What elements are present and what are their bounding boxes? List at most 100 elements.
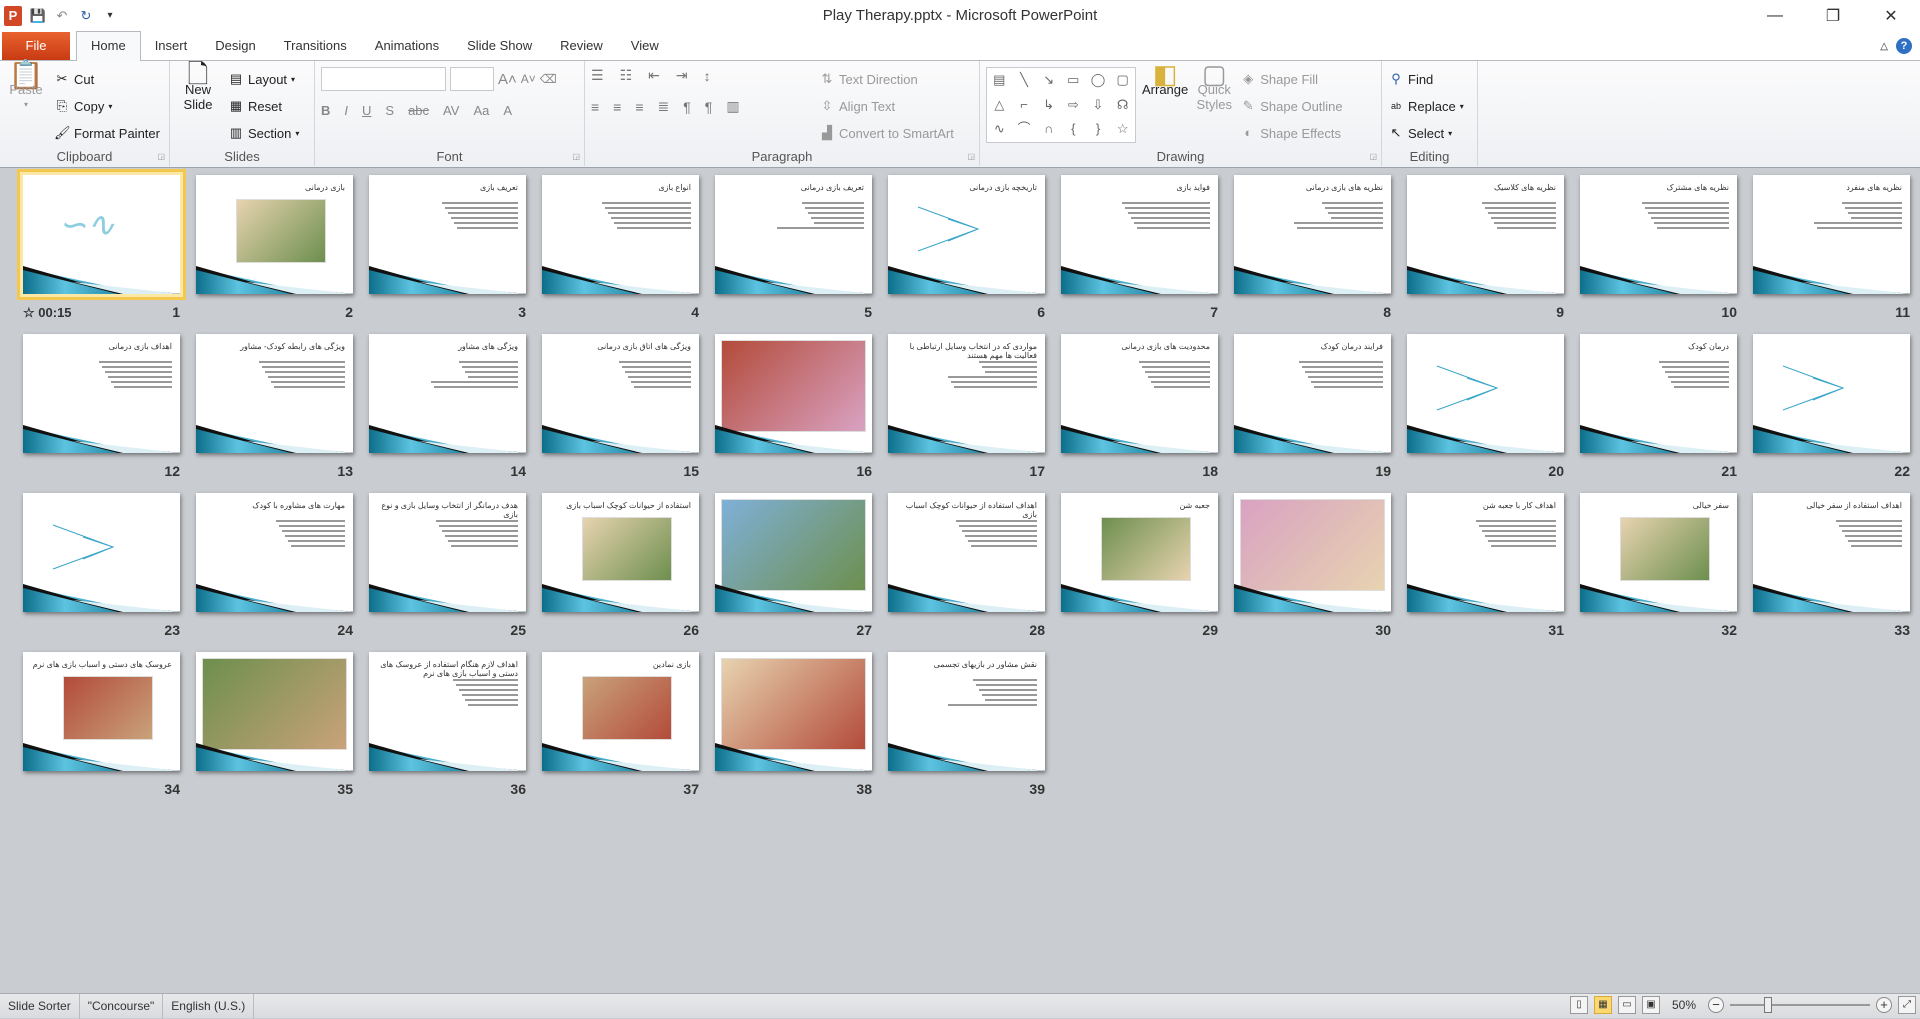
fit-to-window-icon[interactable]: ⤢ [1898, 996, 1916, 1014]
slide-thumbnail[interactable]: انواع بازی [542, 175, 699, 294]
zoom-in-button[interactable]: + [1876, 997, 1892, 1013]
minimize-ribbon-icon[interactable]: △ [1880, 41, 1888, 52]
zoom-out-button[interactable]: − [1708, 997, 1724, 1013]
slide-thumbnail[interactable]: محدودیت های بازی درمانی [1061, 334, 1218, 453]
slide-thumbnail[interactable] [1234, 493, 1391, 612]
slide-thumbnail[interactable]: عروسک های دستی و اسباب بازی های نرم [23, 652, 180, 771]
quick-styles-button[interactable]: ▢ Quick Styles [1194, 61, 1234, 112]
bullets-icon[interactable]: ☰ [591, 67, 604, 84]
slide-thumbnail[interactable] [1753, 334, 1910, 453]
change-case-icon[interactable]: Aa [473, 103, 489, 118]
minimize-button[interactable]: — [1746, 0, 1804, 31]
decrease-indent-icon[interactable]: ⇤ [648, 67, 660, 84]
dialog-launcher-icon[interactable]: ◲ [1369, 152, 1377, 161]
slide-thumbnail[interactable]: فواید بازی [1061, 175, 1218, 294]
ltr-icon[interactable]: ¶ [683, 99, 691, 115]
customize-toolbar-icon[interactable]: ▾ [102, 8, 118, 24]
slide-thumbnail[interactable] [23, 493, 180, 612]
slide-thumbnail[interactable]: مهارت های مشاوره با کودک [196, 493, 353, 612]
tab-insert[interactable]: Insert [141, 32, 202, 60]
slide-thumbnail[interactable]: جعبه شن [1061, 493, 1218, 612]
slide-thumbnail[interactable]: درمان کودک [1580, 334, 1737, 453]
tab-slide-show[interactable]: Slide Show [453, 32, 546, 60]
tab-view[interactable]: View [617, 32, 673, 60]
slide-thumbnail[interactable]: سفر خیالی [1580, 493, 1737, 612]
tab-file[interactable]: File [2, 32, 70, 60]
dialog-launcher-icon[interactable]: ◲ [157, 152, 165, 161]
reading-view-icon[interactable]: ▭ [1617, 996, 1636, 1014]
replace-button[interactable]: ab Replace ▾ [1388, 94, 1471, 118]
convert-smartart-button[interactable]: ▟ Convert to SmartArt [819, 121, 954, 145]
numbering-icon[interactable]: ☷ [620, 67, 633, 84]
zoom-level[interactable]: 50% [1672, 998, 1696, 1012]
find-button[interactable]: ⚲ Find [1388, 67, 1471, 91]
slide-thumbnail[interactable]: فرایند درمان کودک [1234, 334, 1391, 453]
cut-button[interactable]: ✂ Cut [54, 67, 160, 91]
slide-thumbnail[interactable] [715, 493, 872, 612]
normal-view-icon[interactable]: ▯ [1569, 996, 1588, 1014]
text-direction-button[interactable]: ⇅ Text Direction [819, 67, 954, 91]
slide-thumbnail[interactable] [715, 334, 872, 453]
font-name-dropdown[interactable] [321, 67, 446, 91]
font-size-dropdown[interactable] [450, 67, 494, 91]
slide-thumbnail[interactable]: نظریه های کلاسیک [1407, 175, 1564, 294]
format-painter-button[interactable]: 🖌 Format Painter [54, 121, 160, 145]
center-icon[interactable]: ≡ [613, 99, 621, 115]
slide-thumbnail[interactable]: بازی نمادین [542, 652, 699, 771]
font-color-icon[interactable]: A [503, 103, 512, 118]
slide-thumbnail[interactable]: تعریف بازی درمانی [715, 175, 872, 294]
shape-fill-button[interactable]: ◈ Shape Fill [1240, 67, 1342, 91]
grow-font-icon[interactable]: A˄ [498, 71, 517, 88]
justify-icon[interactable]: ≣ [658, 98, 670, 115]
powerpoint-logo-icon[interactable]: P [4, 5, 22, 26]
tab-design[interactable]: Design [201, 32, 269, 60]
tab-home[interactable]: Home [76, 31, 141, 61]
rtl-icon[interactable]: ¶ [705, 99, 713, 115]
language-status[interactable]: English (U.S.) [163, 993, 255, 1019]
paste-button[interactable]: 📋 Paste ▾ [6, 61, 46, 112]
slide-thumbnail[interactable]: اهداف استفاده از حیوانات کوچک اسباب بازی [888, 493, 1045, 612]
slide-thumbnail[interactable]: اهداف کار با جعبه شن [1407, 493, 1564, 612]
slide-thumbnail[interactable]: ∽∿ [17, 169, 186, 300]
select-button[interactable]: ↖ Select ▾ [1388, 121, 1471, 145]
slide-thumbnail[interactable]: اهداف استفاده از سفر خیالی [1753, 493, 1910, 612]
arrange-button[interactable]: ◧ Arrange [1142, 61, 1188, 97]
redo-icon[interactable]: ↻ [78, 8, 94, 24]
slide-thumbnail[interactable]: مواردی که در انتخاب وسایل ارتباطی با فعا… [888, 334, 1045, 453]
shadow-icon[interactable]: S [385, 103, 394, 118]
slide-thumbnail[interactable] [715, 652, 872, 771]
help-icon[interactable]: ? [1896, 38, 1912, 54]
slide-thumbnail[interactable]: استفاده از حیوانات کوچک اسباب بازی [542, 493, 699, 612]
increase-indent-icon[interactable]: ⇥ [676, 67, 688, 84]
underline-icon[interactable]: U [362, 103, 371, 118]
zoom-slider-thumb[interactable] [1764, 997, 1772, 1013]
align-text-button[interactable]: ⇳ Align Text [819, 94, 954, 118]
slide-thumbnail[interactable]: نقش مشاور در بازیهای تجسمی [888, 652, 1045, 771]
theme-status[interactable]: "Concourse" [80, 993, 164, 1019]
slide-thumbnail[interactable]: تعریف بازی [369, 175, 526, 294]
reset-button[interactable]: ▦ Reset [228, 94, 299, 118]
slide-thumbnail[interactable]: نظریه های بازی درمانی [1234, 175, 1391, 294]
section-button[interactable]: ▥ Section ▾ [228, 121, 300, 145]
line-spacing-icon[interactable]: ↕ [704, 68, 711, 84]
slide-thumbnail[interactable]: نظریه های منفرد [1753, 175, 1910, 294]
restore-button[interactable]: ❐ [1804, 0, 1862, 31]
tab-animations[interactable]: Animations [361, 32, 453, 60]
shrink-font-icon[interactable]: A˅ [521, 72, 536, 86]
layout-button[interactable]: ▤ Layout ▾ [228, 67, 299, 91]
slide-thumbnail[interactable] [196, 652, 353, 771]
slide-thumbnail[interactable]: نظریه های مشترک [1580, 175, 1737, 294]
shapes-gallery[interactable]: ▤ ╲ ↘ ▭ ◯ ▢ △ ⌐ ↳ ⇨ ⇩ ☊ ∿ ⌒ ∩{} ☆ [986, 67, 1136, 143]
slide-thumbnail[interactable]: هدف درمانگر از انتخاب وسایل بازی و نوع ب… [369, 493, 526, 612]
dialog-launcher-icon[interactable]: ◲ [572, 152, 580, 161]
columns-icon[interactable]: ▥ [726, 98, 739, 115]
slide-thumbnail[interactable] [1407, 334, 1564, 453]
slide-thumbnail[interactable]: ویژگی های رابطه کودک- مشاور [196, 334, 353, 453]
save-icon[interactable]: 💾 [30, 8, 46, 24]
bold-icon[interactable]: B [321, 103, 330, 118]
align-right-icon[interactable]: ≡ [635, 99, 643, 115]
undo-icon[interactable]: ↶ [54, 8, 70, 24]
new-slide-button[interactable]: 🗋 New Slide [176, 61, 220, 112]
strikethrough-icon[interactable]: abc [408, 103, 429, 118]
slide-sorter-view-icon[interactable]: ▦ [1593, 996, 1612, 1014]
